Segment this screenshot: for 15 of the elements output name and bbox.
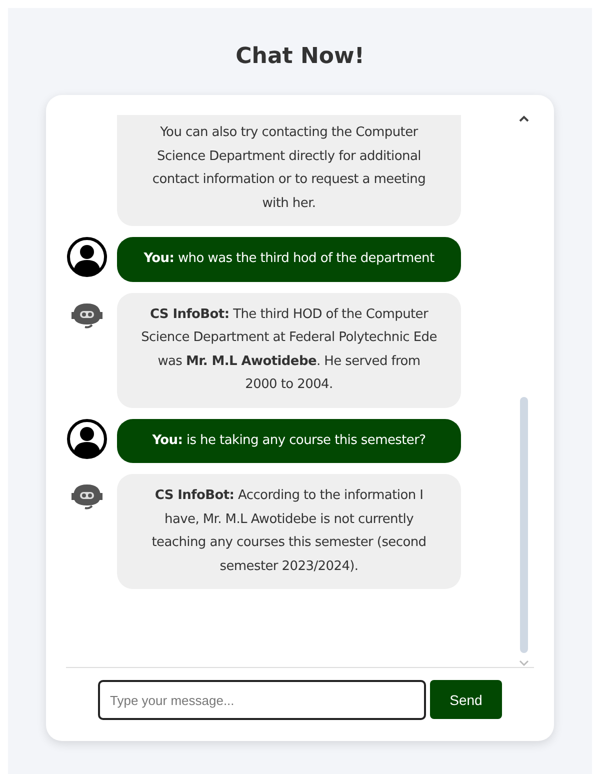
robot-icon <box>70 300 104 328</box>
robot-icon <box>70 482 104 510</box>
user-avatar-icon <box>66 418 106 458</box>
bot-message: CS InfoBot: According to the information I have, Mr. M.L Awotidebe is not currently teaching any courses this semester (second semester 2023/2024). <box>117 474 461 589</box>
user-message: You: who was the third hod of the department <box>117 237 461 282</box>
bot-message: CS InfoBot: The third HOD of the Computer Science Department at Federal Polytechnic Ede was Mr. M.L Awotidebe. He served from 2000 to 2004. <box>117 292 461 408</box>
scroll-down-icon[interactable] <box>518 659 530 667</box>
send-button[interactable]: Send <box>430 680 502 719</box>
user-avatar-icon <box>66 237 106 277</box>
message-input[interactable]: Type your message... <box>98 680 426 720</box>
chat-title: Chat Now! <box>236 44 364 69</box>
bot-message: You can also try contacting the Computer Science Department directly for additional contact information or to request a meeting with her. <box>117 115 461 226</box>
scrollbar-thumb[interactable] <box>520 397 528 653</box>
scroll-up-icon[interactable] <box>518 115 530 123</box>
user-message: You: is he taking any course this semester? <box>117 418 461 463</box>
